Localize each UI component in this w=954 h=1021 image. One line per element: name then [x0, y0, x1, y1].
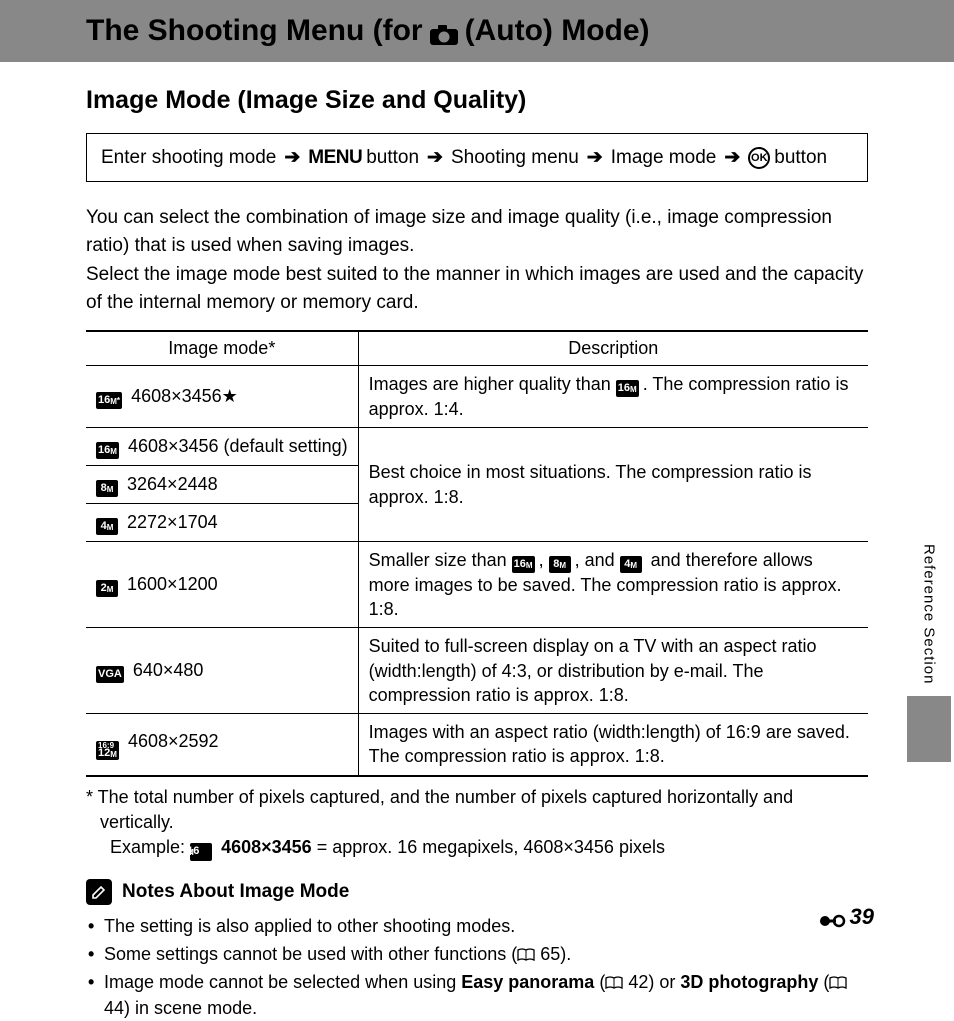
- book-icon: [829, 970, 847, 983]
- mp-vga-icon: VGA: [96, 666, 124, 683]
- mp-16-star-icon: 16M*: [96, 392, 122, 409]
- arrow-icon: ➔: [587, 146, 603, 169]
- nav-step3: Shooting menu: [451, 147, 579, 169]
- image-mode-table: Image mode* Description 16M* 4608×3456★ …: [86, 330, 868, 777]
- mp-16-icon: 16M: [512, 556, 535, 573]
- mp-8-icon: 8M: [96, 480, 118, 497]
- side-label: Reference Section: [913, 540, 946, 696]
- intro-text: You can select the combination of image …: [86, 204, 868, 316]
- page-title: The Shooting Menu (for (Auto) Mode): [86, 14, 954, 48]
- list-item: The setting is also applied to other sho…: [86, 913, 868, 939]
- notes-title: Notes About Image Mode: [122, 881, 349, 903]
- table-row: 16:912M 4608×2592 Images with an aspect …: [86, 714, 868, 776]
- mp-2-icon: 2M: [96, 580, 118, 597]
- mp-16-icon: 16M: [190, 843, 212, 860]
- nav-step1: Enter shooting mode: [101, 147, 276, 169]
- table-head-desc: Description: [358, 331, 868, 366]
- section-subtitle: Image Mode (Image Size and Quality): [86, 86, 868, 115]
- side-tab-box: [907, 696, 951, 762]
- pencil-icon: [86, 879, 112, 905]
- title-pre: The Shooting Menu (for: [86, 14, 423, 48]
- table-row: 2M 1600×1200 Smaller size than 16M, 8M, …: [86, 541, 868, 627]
- arrow-icon: ➔: [284, 146, 300, 169]
- book-icon: [605, 970, 623, 983]
- intro-p1: You can select the combination of image …: [86, 204, 868, 259]
- table-row: 16M* 4608×3456★ Images are higher qualit…: [86, 366, 868, 428]
- nav-step4: Image mode: [611, 147, 717, 169]
- nav-step5: button: [774, 147, 827, 169]
- ok-icon: OK: [748, 147, 770, 169]
- arrow-icon: ➔: [724, 146, 740, 169]
- table-cell-desc: Images with an aspect ratio (width:lengt…: [358, 714, 868, 776]
- table-row: 16M 4608×3456 (default setting) Best cho…: [86, 428, 868, 466]
- title-bar: The Shooting Menu (for (Auto) Mode): [0, 0, 954, 62]
- page-number: 39: [818, 904, 874, 930]
- table-cell-desc: Suited to full-screen display on a TV wi…: [358, 628, 868, 714]
- book-icon: [517, 942, 535, 955]
- title-post: (Auto) Mode): [465, 14, 650, 48]
- table-row: VGA 640×480 Suited to full-screen displa…: [86, 628, 868, 714]
- reference-link-icon: [818, 909, 846, 925]
- breadcrumb: Enter shooting mode ➔ MENU button ➔ Shoo…: [86, 133, 868, 182]
- mp-16-icon: 16M: [616, 380, 639, 397]
- footnote: * The total number of pixels captured, a…: [86, 785, 868, 861]
- star-icon: ★: [222, 386, 238, 406]
- mp-4-icon: 4M: [620, 556, 642, 573]
- side-tab: Reference Section: [904, 540, 954, 762]
- intro-p2: Select the image mode best suited to the…: [86, 261, 868, 316]
- mp-8-icon: 8M: [549, 556, 571, 573]
- menu-button-label: MENU: [308, 147, 362, 169]
- table-head-mode: Image mode*: [86, 331, 358, 366]
- arrow-icon: ➔: [427, 146, 443, 169]
- notes-header: Notes About Image Mode: [86, 879, 868, 905]
- nav-step2: button: [366, 147, 419, 169]
- mp-169-icon: 16:912M: [96, 741, 119, 760]
- table-cell-desc: Best choice in most situations. The comp…: [358, 428, 868, 542]
- camera-icon: [429, 20, 459, 42]
- list-item: Image mode cannot be selected when using…: [86, 969, 868, 1021]
- notes-list: The setting is also applied to other sho…: [86, 913, 868, 1021]
- mp-4-icon: 4M: [96, 518, 118, 535]
- mp-16-icon: 16M: [96, 442, 119, 459]
